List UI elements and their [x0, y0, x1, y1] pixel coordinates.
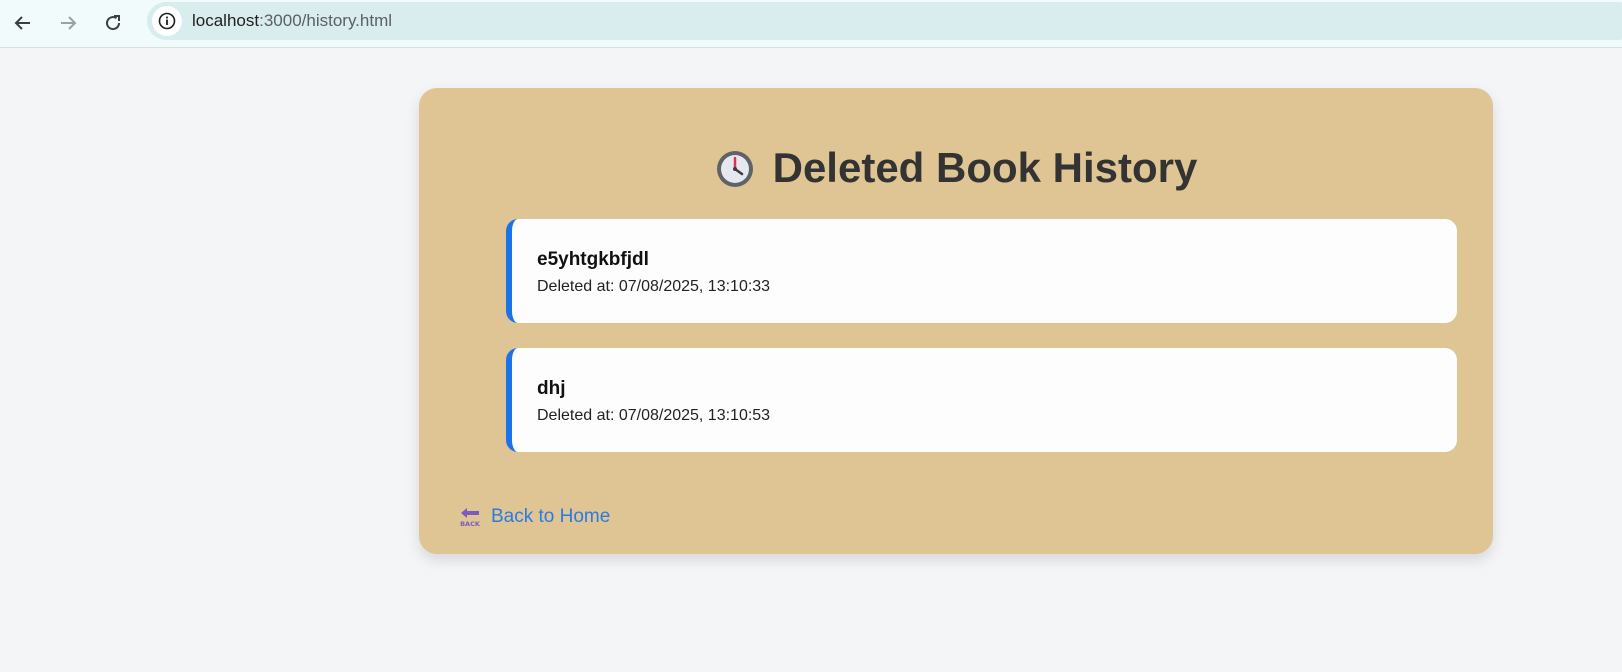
site-info-button[interactable]: [152, 6, 182, 36]
url-host: localhost: [192, 11, 260, 30]
clock-icon: [715, 149, 755, 199]
history-entry: e5yhtgkbfjdl Deleted at: 07/08/2025, 13:…: [506, 219, 1457, 323]
url-path: :3000/history.html: [259, 11, 393, 30]
history-entry: dhj Deleted at: 07/08/2025, 13:10:53: [506, 348, 1457, 452]
deleted-timestamp: Deleted at: 07/08/2025, 13:10:33: [537, 278, 771, 295]
address-bar[interactable]: localhost:3000/history.html: [147, 2, 1622, 40]
forward-button[interactable]: [53, 8, 83, 38]
deleted-timestamp: Deleted at: 07/08/2025, 13:10:53: [537, 407, 771, 424]
back-button[interactable]: [8, 8, 38, 38]
back-arrow-icon: BACK: [459, 506, 481, 528]
page-heading: Deleted Book History: [419, 144, 1493, 199]
book-title: e5yhtgkbfjdl: [537, 249, 649, 270]
url-text[interactable]: localhost:3000/history.html: [192, 11, 392, 31]
book-title: dhj: [537, 378, 566, 399]
svg-text:BACK: BACK: [460, 520, 481, 528]
back-to-home-link[interactable]: BACK Back to Home: [459, 506, 610, 528]
page-title: Deleted Book History: [772, 144, 1198, 191]
reload-button[interactable]: [98, 8, 128, 38]
history-card: Deleted Book History e5yhtgkbfjdl Delete…: [419, 88, 1493, 554]
arrow-left-icon: [14, 16, 30, 30]
reload-icon: [106, 15, 121, 31]
browser-toolbar: localhost:3000/history.html: [0, 0, 1622, 48]
arrow-right-icon: [61, 16, 77, 30]
back-link-label: Back to Home: [491, 506, 611, 527]
info-icon: [158, 12, 176, 30]
